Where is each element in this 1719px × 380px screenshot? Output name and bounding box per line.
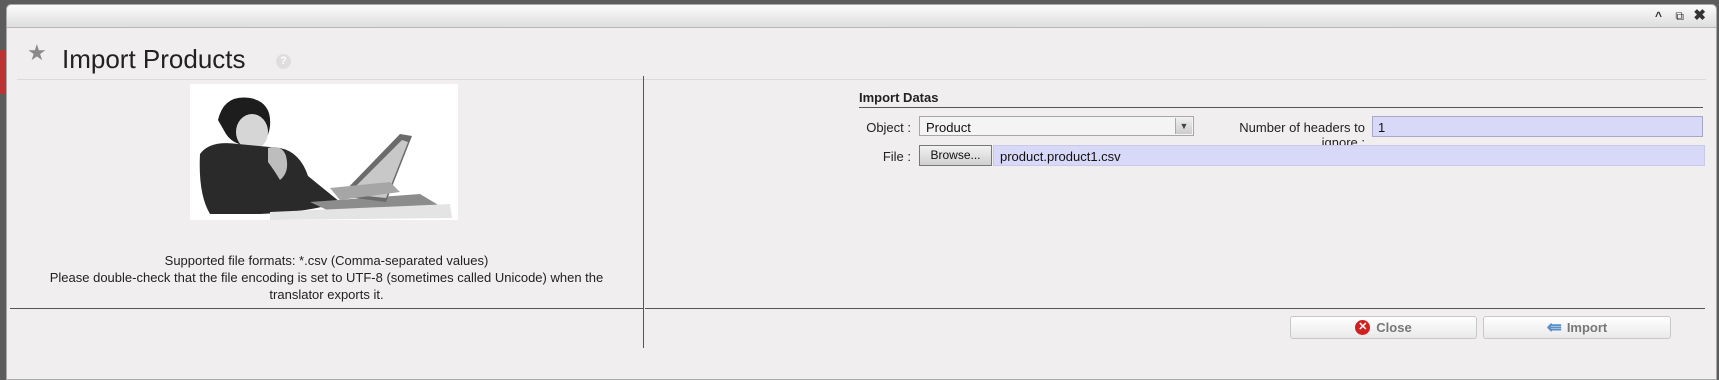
star-icon[interactable]: ★ xyxy=(27,40,47,66)
object-select[interactable]: Product ▼ xyxy=(919,116,1194,136)
popout-icon[interactable]: ⧉ xyxy=(1675,8,1684,24)
import-form: Import Datas Object : Product ▼ Number o… xyxy=(645,76,1705,308)
close-button-label: Close xyxy=(1376,320,1412,335)
import-button-label: Import xyxy=(1566,320,1608,335)
close-icon[interactable]: ✖ xyxy=(1693,8,1706,24)
import-arrow-icon: ⇚ xyxy=(1546,317,1562,338)
chevron-down-icon[interactable]: ▼ xyxy=(1175,118,1192,134)
close-circle-icon: ✕ xyxy=(1355,320,1371,336)
collapse-icon[interactable]: ^ xyxy=(1655,8,1662,24)
help-icon[interactable]: ? xyxy=(276,54,291,69)
browse-button[interactable]: Browse... xyxy=(919,145,992,166)
close-button[interactable]: ✕ Close xyxy=(1290,316,1477,339)
file-label: File : xyxy=(882,149,911,164)
import-button[interactable]: ⇚ Import xyxy=(1483,316,1671,339)
person-with-laptop-image xyxy=(190,84,458,220)
supported-formats-text: Supported file formats: *.csv (Comma-sep… xyxy=(164,253,489,268)
info-panel: Supported file formats: *.csv (Comma-sep… xyxy=(10,76,644,309)
object-label: Object : xyxy=(866,120,911,135)
page-title: Import Products xyxy=(62,44,246,74)
encoding-note-text-continued: translator exports it. xyxy=(269,287,384,302)
left-footer-divider xyxy=(10,308,644,348)
window-titlebar[interactable]: ^ ⧉ ✖ xyxy=(7,5,1716,28)
file-path-field[interactable]: product.product1.csv xyxy=(993,145,1705,166)
headers-to-ignore-input[interactable]: 1 xyxy=(1372,116,1703,137)
object-select-value: Product xyxy=(926,120,971,135)
dialog-header: ★ Import Products ? xyxy=(17,28,1706,80)
right-footer-divider xyxy=(645,308,1705,309)
section-title: Import Datas xyxy=(859,90,1703,108)
encoding-note-text: Please double-check that the file encodi… xyxy=(49,270,604,285)
